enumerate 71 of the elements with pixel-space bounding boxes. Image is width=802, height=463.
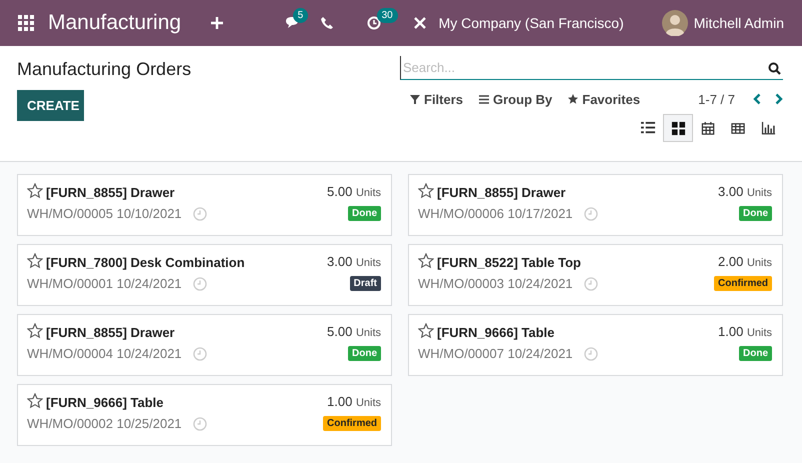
avatar-icon[interactable] [662,10,688,36]
status-badge: Draft [350,276,381,291]
order-reference: WH/MO/00007 10/24/2021 [418,346,573,361]
previous-icon[interactable] [753,93,761,105]
star-icon[interactable] [27,253,43,269]
star-icon [568,94,578,104]
kanban-view-button[interactable] [663,114,693,142]
order-reference: WH/MO/00006 10/17/2021 [418,206,573,221]
order-card[interactable]: [FURN_8855] Drawer 5.00 Units WH/MO/00005 10/10/2021 Done [17,174,392,236]
product-name: [FURN_9666] Table [46,395,165,410]
order-reference: WH/MO/00004 10/24/2021 [27,346,182,361]
star-icon[interactable] [27,393,43,409]
order-card[interactable]: [FURN_8855] Drawer 5.00 Units WH/MO/00004 10/24/2021 Done [17,314,392,376]
product-name: [FURN_9666] Table [437,325,556,340]
order-card[interactable]: [FURN_7800] Desk Combination 3.00 Units WH/MO/00001 10/24/2021 Draft [17,244,392,306]
order-card[interactable]: [FURN_8522] Table Top 2.00 Units WH/MO/00003 10/24/2021 Confirmed [408,244,783,306]
phone-icon[interactable] [320,17,333,29]
product-name: [FURN_8855] Drawer [46,185,176,200]
quantity: 5.00 Units [327,324,381,338]
bars-icon [479,94,490,104]
order-card[interactable]: [FURN_8855] Drawer 3.00 Units WH/MO/00006 10/17/2021 Done [408,174,783,236]
filter-menu-button[interactable]: Filters [410,92,464,106]
status-badge: Done [348,206,381,221]
kanban-view-icon [670,120,686,136]
star-icon[interactable] [418,253,434,269]
product-name: [FURN_8855] Drawer [437,185,567,200]
pager-value[interactable]: 1-7 / 7 [698,92,735,106]
product-name: [FURN_7800] Desk Combination [46,255,246,270]
quantity: 2.00 Units [718,254,772,268]
quantity: 5.00 Units [327,184,381,198]
star-icon[interactable] [418,183,434,199]
list-view-icon [640,120,656,136]
funnel-icon [410,94,420,104]
calendar-view-icon [700,120,716,136]
status-badge: Done [739,346,772,361]
quantity: 1.00 Units [327,394,381,408]
tools-icon[interactable] [412,16,427,30]
filter-menu-button[interactable]: Favorites [568,92,640,106]
product-name: [FURN_8855] Drawer [46,325,176,340]
activity-count-badge: 30 [376,8,398,23]
star-icon[interactable] [27,323,43,339]
graph-view-icon [760,120,776,136]
quantity: 1.00 Units [718,324,772,338]
pivot-view-icon [730,120,746,136]
status-badge: Done [739,206,772,221]
app-name[interactable]: Manufacturing [48,11,182,35]
order-reference: WH/MO/00003 10/24/2021 [418,276,573,291]
search-icon[interactable] [768,62,781,75]
status-badge: Confirmed [714,276,772,291]
star-icon[interactable] [418,323,434,339]
order-card[interactable]: [FURN_9666] Table 1.00 Units WH/MO/00002 10/25/2021 Confirmed [17,384,392,446]
star-icon[interactable] [27,183,43,199]
order-card[interactable]: [FURN_9666] Table 1.00 Units WH/MO/00007 10/24/2021 Done [408,314,783,376]
status-badge: Done [348,346,381,361]
order-reference: WH/MO/00005 10/10/2021 [27,206,182,221]
quantity: 3.00 Units [718,184,772,198]
apps-menu-icon[interactable] [18,15,34,31]
order-reference: WH/MO/00001 10/24/2021 [27,276,182,291]
order-reference: WH/MO/00002 10/25/2021 [27,416,182,431]
message-count-badge: 5 [292,8,308,23]
status-badge: Confirmed [323,416,381,431]
page-title: Manufacturing Orders [17,59,192,80]
plus-icon[interactable] [211,17,224,29]
create-button[interactable]: CREATE [17,90,84,121]
filter-menu-button[interactable]: Group By [479,92,552,106]
quantity: 3.00 Units [327,254,381,268]
company-switcher[interactable]: My Company (San Francisco) [438,15,624,31]
product-name: [FURN_8522] Table Top [437,255,582,270]
user-menu[interactable]: Mitchell Admin [694,15,784,31]
next-icon[interactable] [775,93,783,105]
search-field[interactable]: Search... [400,56,783,80]
